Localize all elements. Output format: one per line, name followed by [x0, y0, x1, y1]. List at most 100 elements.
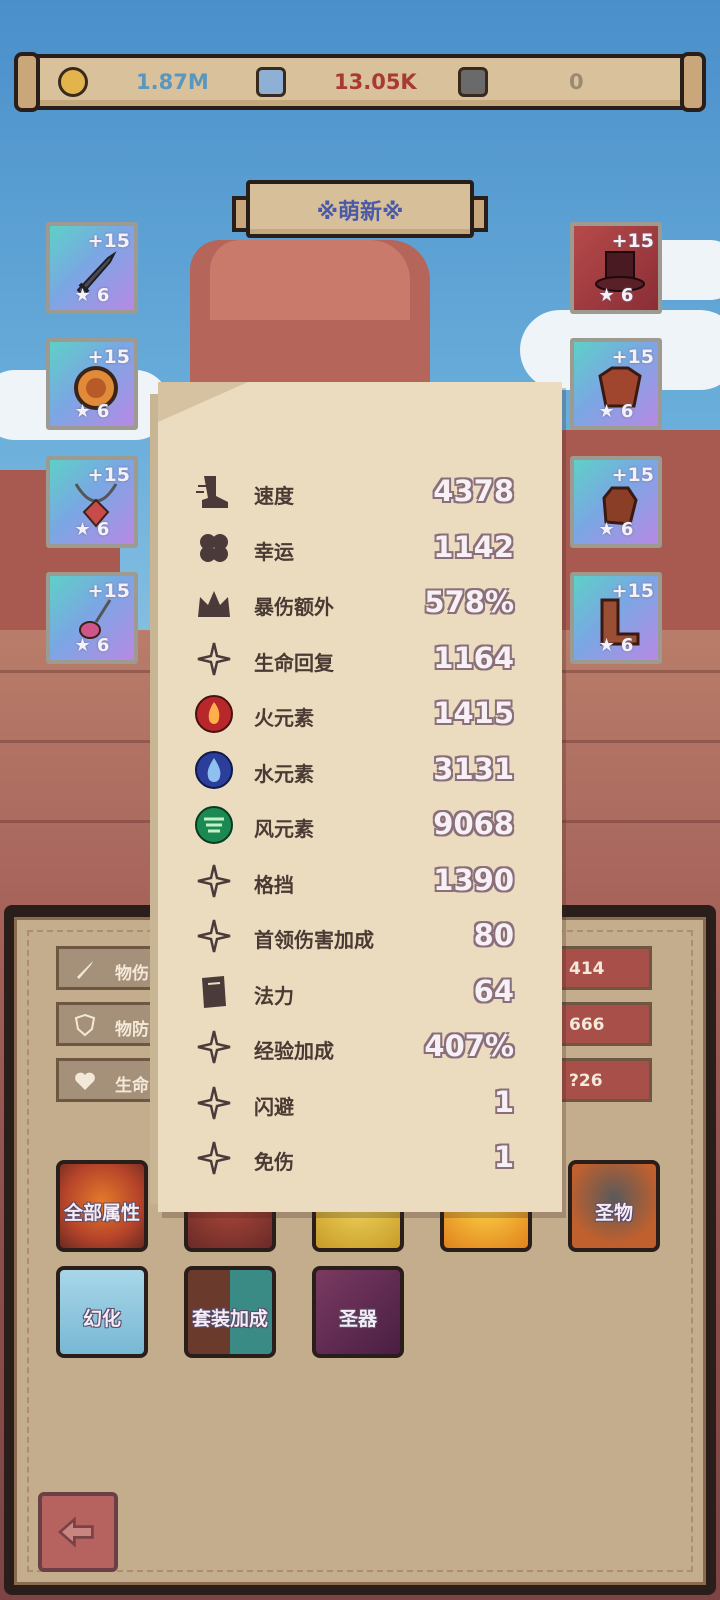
stat-label: 物防 [115, 1020, 149, 1040]
star-rating: ★ 6 [598, 285, 634, 306]
fire-element-icon [195, 695, 233, 733]
scroll-roll-left [14, 52, 40, 112]
sparkle-icon [197, 1141, 231, 1175]
enhance-level: +15 [611, 580, 654, 602]
resource-crystal[interactable] [256, 66, 286, 98]
stat-value: 666 [569, 1015, 605, 1035]
equip-slot-armor[interactable]: +15 ★ 6 [570, 338, 662, 430]
enhance-level: +15 [611, 464, 654, 486]
stat-value-phys-def: 666 [556, 1002, 652, 1046]
stat-value: ?26 [569, 1071, 603, 1091]
enhance-level: +15 [87, 230, 130, 252]
player-title: ※萌新※ [316, 200, 404, 225]
star-rating: ★ 6 [598, 519, 634, 540]
stat-row: 法力 64 [158, 964, 562, 1020]
all-attributes-button[interactable]: 全部属性 [56, 1160, 148, 1252]
button-label: 圣物 [594, 1202, 633, 1224]
stat-name: 免伤 [254, 1150, 294, 1174]
resource-gold[interactable] [58, 66, 88, 98]
stat-row: 生命回复 1164 [158, 631, 562, 687]
equip-slot-boots[interactable]: +15 ★ 6 [570, 572, 662, 664]
star-rating: ★ 6 [598, 401, 634, 422]
blue-crystal-icon [256, 67, 286, 97]
clover-luck-icon [200, 533, 228, 562]
rune-stone-icon [458, 67, 488, 97]
star-rating: ★ 6 [74, 635, 110, 656]
enhance-level: +15 [611, 346, 654, 368]
equip-slot-necklace[interactable]: +15 ★ 6 [46, 456, 138, 548]
stat-row: 经验加成 407% [158, 1019, 562, 1075]
stat-name: 火元素 [254, 706, 314, 730]
sparkle-icon [197, 642, 231, 675]
sparkle-icon [197, 919, 231, 953]
stat-row: 格挡 1390 [158, 853, 562, 909]
button-label: 全部属性 [63, 1202, 140, 1224]
stat-value: 3131 [433, 751, 514, 786]
equip-slot-gloves[interactable]: +15 ★ 6 [570, 456, 662, 548]
star-rating: ★ 6 [598, 635, 634, 656]
scroll-roll-right [680, 52, 706, 112]
transform-button[interactable]: 幻化 [56, 1266, 148, 1358]
star-rating: ★ 6 [74, 401, 110, 422]
sparkle-icon [197, 864, 231, 897]
paper-fold [158, 382, 248, 422]
stat-value: 1390 [433, 862, 514, 897]
stat-value: 1415 [433, 696, 514, 730]
gold-coin-icon [58, 67, 88, 97]
stat-name: 经验加成 [254, 1039, 334, 1063]
set-bonus-button[interactable]: 套装加成 [184, 1266, 276, 1358]
enhance-level: +15 [87, 346, 130, 368]
stat-name: 幸运 [254, 539, 294, 564]
mesa-rock-highlight [210, 240, 410, 320]
stat-row: 暴伤额外 578% [158, 575, 562, 631]
equip-slot-ring[interactable]: +15 ★ 6 [46, 338, 138, 430]
sparkle-icon [197, 1086, 231, 1119]
back-button[interactable] [38, 1492, 118, 1572]
stat-name: 生命回复 [254, 650, 334, 675]
star-rating: ★ 6 [74, 519, 110, 540]
stat-value: 1164 [433, 640, 514, 675]
button-label: 圣器 [338, 1308, 377, 1330]
stat-row: 风元素 9068 [158, 797, 562, 853]
stat-value: 578% [424, 585, 514, 619]
stat-row: 闪避 1 [158, 1075, 562, 1131]
crown-crit-icon [198, 591, 230, 617]
stat-label: 物伤 [115, 964, 149, 984]
stat-value: 414 [569, 959, 605, 979]
stats-popup[interactable]: 速度 4378 幸运 1142 暴伤额外 578% 生命回复 1164 火元素 1415 水元素 31… [150, 382, 562, 1212]
spellbook-icon [202, 975, 226, 1008]
button-label: 幻化 [82, 1308, 121, 1330]
stat-row: 免伤 1 [158, 1130, 562, 1186]
resource-rune[interactable] [458, 66, 488, 98]
boot-speed-icon [196, 476, 228, 508]
stat-row: 首领伤害加成 80 [158, 908, 562, 964]
stat-value: 80 [473, 918, 514, 952]
equip-slot-weapon[interactable]: +15 ★ 6 [46, 222, 138, 314]
stat-value: 407% [424, 1029, 514, 1063]
title-banner[interactable]: ※萌新※ [232, 178, 488, 242]
equip-slot-amulet[interactable]: +15 ★ 6 [46, 572, 138, 664]
equip-slot-helmet[interactable]: +15 ★ 6 [570, 222, 662, 314]
enhance-level: +15 [87, 580, 130, 602]
stat-value-hp: ?26 [556, 1058, 652, 1102]
stat-row: 火元素 1415 [158, 686, 562, 742]
heart-stat-icon [75, 1072, 95, 1090]
star-rating: ★ 6 [74, 285, 110, 306]
stat-value: 1142 [433, 529, 514, 564]
stat-name: 速度 [254, 484, 294, 508]
stat-value: 1 [493, 1084, 514, 1119]
stat-name: 闪避 [254, 1094, 294, 1119]
resource-gold-value: 1.87M [136, 70, 209, 94]
resource-bar: 1.87M 13.05K 0 [14, 52, 706, 112]
relic-button[interactable]: 圣物 [568, 1160, 660, 1252]
shield-stat-icon [74, 1013, 96, 1037]
stat-name: 格挡 [254, 872, 294, 897]
sword-stat-icon [77, 961, 93, 979]
stat-name: 首领伤害加成 [254, 928, 374, 952]
back-arrow-icon [57, 1516, 94, 1548]
stat-value: 1 [493, 1140, 514, 1174]
holy-artifact-button[interactable]: 圣器 [312, 1266, 404, 1358]
enhance-level: +15 [611, 230, 654, 252]
stat-row: 速度 4378 [158, 464, 562, 520]
stat-label: 生命 [115, 1076, 149, 1096]
